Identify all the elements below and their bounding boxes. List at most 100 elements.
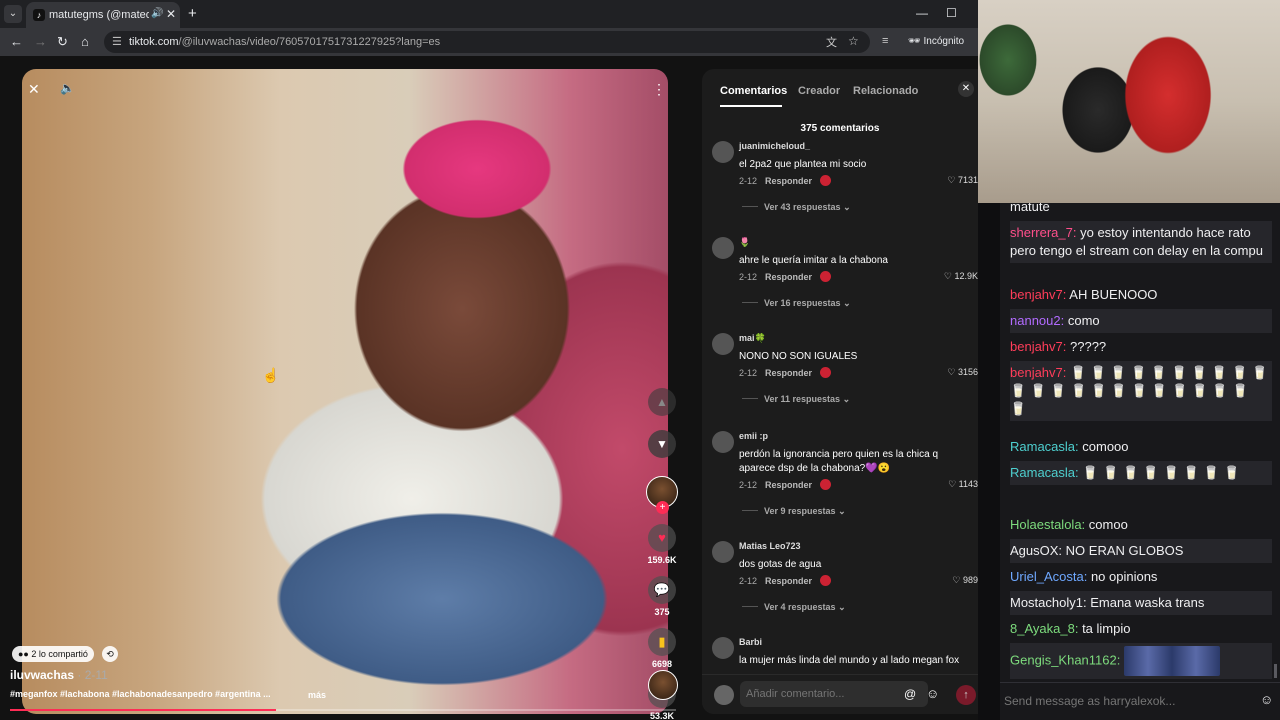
like-action[interactable]: ♥ 159.6K <box>644 524 680 565</box>
site-info-icon[interactable]: ☰ <box>112 35 122 48</box>
chat-username[interactable]: Mostacholy1: <box>1010 595 1087 610</box>
commenter-avatar[interactable] <box>712 637 734 659</box>
forward-arrow-icon[interactable]: → <box>34 34 47 49</box>
comment-like-button[interactable]: ♡ 7131 <box>947 175 978 186</box>
mention-icon[interactable]: @ <box>904 687 916 701</box>
minimize-button[interactable]: — <box>916 6 928 20</box>
translate-icon[interactable]: 文 <box>826 34 837 50</box>
commenter-avatar[interactable] <box>712 541 734 563</box>
reply-button[interactable]: Responder <box>765 272 812 282</box>
sound-avatar[interactable] <box>648 670 678 700</box>
video-hashtags[interactable]: #meganfox #lachabona #lachabonadesanpedr… <box>10 689 290 699</box>
reply-button[interactable]: Responder <box>765 176 812 186</box>
heart-icon[interactable]: ♥ <box>648 524 676 552</box>
view-replies-button[interactable]: Ver 4 respuestas ⌄ <box>742 602 846 613</box>
comment-username[interactable]: mai🍀 <box>739 333 766 344</box>
view-replies-button[interactable]: Ver 11 respuestas ⌄ <box>742 394 850 405</box>
comment-action[interactable]: 💬 375 <box>644 576 680 617</box>
view-replies-button[interactable]: Ver 43 respuestas ⌄ <box>742 202 851 213</box>
view-replies-label[interactable]: Ver 11 respuestas <box>764 394 840 404</box>
send-comment-button[interactable]: ↑ <box>956 685 976 705</box>
chat-username[interactable]: benjahv7: <box>1010 339 1066 354</box>
view-replies-button[interactable]: Ver 9 respuestas ⌄ <box>742 506 846 517</box>
chat-scrollbar[interactable] <box>1274 664 1277 678</box>
comment-like-button[interactable]: ♡ 12.9K <box>944 271 978 282</box>
comment-text: el 2pa2 que plantea mi socio <box>739 159 867 170</box>
close-tab-icon[interactable]: ✕ <box>166 7 176 21</box>
chat-username[interactable]: Ramacasla: <box>1010 439 1079 454</box>
emote-picker-icon[interactable]: ☺ <box>1260 692 1273 707</box>
video-player[interactable]: ✕ 🔈 ⋮ ☝ <box>22 69 668 714</box>
commenter-avatar[interactable] <box>712 333 734 355</box>
chat-message: Uriel_Acosta: no opinions <box>1010 565 1272 589</box>
url-text[interactable]: tiktok.com/@iluvwachas/video/76057017517… <box>129 36 440 48</box>
browser-tab[interactable]: ♪ matutegms (@mateogonz 🔊 ✕ <box>26 2 180 28</box>
comment-count: 375 <box>654 607 670 617</box>
incognito-badge[interactable]: 🕶 Incógnito <box>902 33 971 51</box>
close-icon[interactable]: ✕ <box>28 81 40 98</box>
view-replies-label[interactable]: Ver 43 respuestas <box>764 202 841 212</box>
reply-button[interactable]: Responder <box>765 576 812 586</box>
tab-list-button[interactable]: ⌄ <box>4 5 22 23</box>
shared-by-badge[interactable]: ●● 2 lo compartió <box>12 646 94 662</box>
video-progress-bar[interactable] <box>10 709 676 711</box>
volume-icon[interactable]: 🔈 <box>60 81 75 95</box>
reload-icon[interactable]: ↻ <box>57 34 68 50</box>
speaker-icon[interactable]: 🔊 <box>151 8 163 19</box>
chat-message-input[interactable] <box>1004 688 1254 714</box>
reply-button[interactable]: Responder <box>765 368 812 378</box>
save-action[interactable]: ▮ 6698 <box>644 628 680 669</box>
comment-like-button[interactable]: ♡ 989 <box>952 575 978 586</box>
back-arrow-icon[interactable]: ← <box>10 34 23 49</box>
chat-username[interactable]: nannou2: <box>1010 313 1064 328</box>
commenter-avatar[interactable] <box>712 141 734 163</box>
view-replies-label[interactable]: Ver 9 respuestas <box>764 506 836 516</box>
bookmark-star-icon[interactable]: ☆ <box>848 34 859 48</box>
maximize-button[interactable]: ☐ <box>946 6 957 20</box>
previous-video-button[interactable]: ▲ <box>648 388 676 416</box>
more-link[interactable]: más <box>308 690 326 700</box>
media-controls-icon[interactable]: ≡ <box>882 35 888 47</box>
chat-username[interactable]: benjahv7: <box>1010 365 1066 380</box>
commenter-avatar[interactable] <box>712 237 734 259</box>
next-video-button[interactable]: ▼ <box>648 430 676 458</box>
comment-icon[interactable]: 💬 <box>648 576 676 604</box>
view-replies-label[interactable]: Ver 16 respuestas <box>764 298 841 308</box>
chat-username[interactable]: 8_Ayaka_8: <box>1010 621 1078 636</box>
commenter-avatar[interactable] <box>712 431 734 453</box>
new-tab-button[interactable]: + <box>188 5 197 22</box>
comment-like-button[interactable]: ♡ 3156 <box>947 367 978 378</box>
chat-username[interactable]: benjahv7: <box>1010 287 1066 302</box>
comment-input[interactable] <box>740 681 928 707</box>
chat-username[interactable]: Uriel_Acosta: <box>1010 569 1087 584</box>
comment-like-button[interactable]: ♡ 1143 <box>948 479 978 490</box>
more-options-icon[interactable]: ⋮ <box>652 81 666 98</box>
view-replies-label[interactable]: Ver 4 respuestas <box>764 602 836 612</box>
tab-comentarios[interactable]: Comentarios <box>720 85 787 97</box>
share-count: 53.3K <box>649 711 675 720</box>
chat-username[interactable]: AgusOX: <box>1010 543 1062 558</box>
comment-username[interactable]: juanimicheloud_ <box>739 141 810 151</box>
comment-username[interactable]: Barbi <box>739 637 762 647</box>
repost-icon[interactable]: ⟲ <box>102 646 118 662</box>
mouse-cursor-icon: ☝ <box>262 367 280 383</box>
chat-username[interactable]: Ramacasla: <box>1010 465 1079 480</box>
close-comments-icon[interactable]: ✕ <box>958 81 974 97</box>
follow-plus-icon[interactable]: + <box>656 501 669 514</box>
emoji-icon[interactable]: ☺ <box>926 686 939 701</box>
home-icon[interactable]: ⌂ <box>81 34 89 49</box>
reply-button[interactable]: Responder <box>765 480 812 490</box>
chat-username[interactable]: sherrera_7: <box>1010 225 1076 240</box>
tab-creador[interactable]: Creador <box>798 85 840 97</box>
video-author[interactable]: iluvwachas · 2-11 <box>10 668 108 682</box>
chat-username[interactable]: Gengis_Khan1162: <box>1010 652 1120 667</box>
comment-username[interactable]: 🌷 <box>739 237 750 248</box>
view-replies-button[interactable]: Ver 16 respuestas ⌄ <box>742 298 851 309</box>
bookmark-icon[interactable]: ▮ <box>648 628 676 656</box>
tab-relacionado[interactable]: Relacionado <box>853 85 918 97</box>
comment-username[interactable]: Matias Leo723 <box>739 541 801 551</box>
comment-username[interactable]: emii :p <box>739 431 768 441</box>
chat-username[interactable]: Holaestalola: <box>1010 517 1085 532</box>
save-count: 6698 <box>651 659 673 669</box>
address-bar[interactable]: ☰ tiktok.com/@iluvwachas/video/760570175… <box>104 31 870 53</box>
